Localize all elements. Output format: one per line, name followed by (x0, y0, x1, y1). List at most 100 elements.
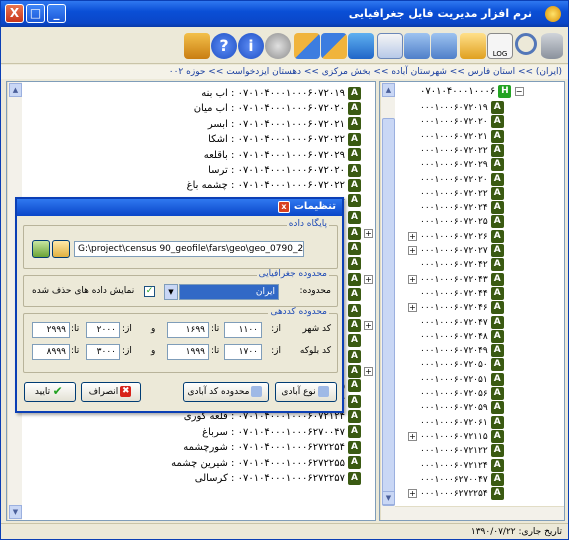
city-to-field-1[interactable]: ۱۶۹۹ (167, 322, 209, 338)
scroll-thumb[interactable] (382, 118, 395, 506)
settlement-code: ۰۰۰۱۰۰۰۶۰۷۲۰۲۰ (420, 117, 488, 128)
chevron-down-icon[interactable]: ▼ (164, 284, 178, 300)
log-icon[interactable]: LOG (487, 33, 513, 59)
settlement-code: ۰۰۰۱۰۰۰۶۰۷۲۰۲۲ (420, 188, 488, 199)
city-to-field-2[interactable]: ۲۹۹۹ (32, 322, 70, 338)
expand-toggle-icon[interactable]: + (408, 303, 417, 313)
right-horizontal-scrollbar[interactable] (395, 506, 564, 520)
confirm-label: تایید (34, 387, 51, 397)
scroll-down-arrow-icon[interactable]: ▼ (382, 491, 395, 505)
refresh-database-button[interactable] (32, 240, 50, 258)
tree-row[interactable]: A۰۷۰۱۰۴۰۰۰۱۰۰۰۶۲۷۲۲۵۷ : کرسالی (195, 471, 361, 487)
separator: : (227, 118, 238, 130)
tree-row[interactable]: A۰۷۰۱۰۴۰۰۰۱۰۰۰۶۲۷۲۲۵۵ : شیرین چشمه (171, 456, 361, 472)
settlement-code-range-icon (251, 386, 263, 397)
search-icon[interactable] (515, 33, 537, 55)
scroll-down-arrow-icon[interactable]: ▼ (9, 505, 22, 519)
window-minimize-button[interactable]: _ (47, 4, 66, 23)
tree-row[interactable]: A۰۷۰۱۰۴۰۰۰۱۰۰۰۶۰۷۲۰۲۹ : باقلعه (204, 148, 361, 164)
database-path-field[interactable]: G:\project\census 90_geofile\fars\geo\ge… (74, 241, 304, 257)
tree-row[interactable]: A۰۰۰۱۰۰۰۶۲۷۲۲۵۴ (420, 486, 504, 502)
settlement-code: ۰۷۰۱۰۴۰۰۰۱۰۰۰۶۰۷۲۰۱۹ (237, 88, 345, 99)
table-icon[interactable] (460, 33, 486, 59)
tree-row[interactable]: A۰۷۰۱۰۴۰۰۰۱۰۰۰۶۰۷۲۰۲۲ : چشمه باغ (187, 178, 361, 194)
settlement-code-range-button[interactable]: محدوده کد آبادی (183, 382, 269, 402)
settlement-code: ۰۰۰۱۰۰۰۶۰۷۲۰۲۹ (420, 160, 488, 171)
range-select[interactable]: ایران (179, 284, 279, 300)
tree-row[interactable]: A۰۷۰۱۰۴۰۰۰۱۰۰۰۶۰۷۲۰۲۲ : اشکا (208, 132, 361, 148)
settlement-code: ۰۷۰۱۰۴۰۰۰۱۰۰۰۶۰۷۲۰۲۹ (237, 149, 345, 161)
settlement-node-icon: A (348, 117, 361, 131)
settlement-node-icon: A (348, 194, 361, 208)
main-window: X □ _ نرم افزار مدیریت فایل جغرافیایی ? … (0, 0, 569, 540)
right-vertical-scrollbar[interactable]: ▲ ▼ (380, 82, 395, 520)
settlement-type-button[interactable]: نوع آبادی (275, 382, 337, 402)
expand-toggle-icon[interactable]: + (408, 274, 417, 284)
tree-row[interactable]: A۰۷۰۱۰۴۰۰۰۱۰۰۰۶۰۷۲۰۲۰ : ترسا (208, 163, 361, 179)
block-to-field-1[interactable]: ۱۹۹۹ (167, 344, 209, 360)
title-bar[interactable]: X □ _ نرم افزار مدیریت فایل جغرافیایی (1, 1, 568, 27)
expand-toggle-icon[interactable]: + (364, 367, 373, 377)
settlement-node-icon: A (490, 229, 504, 243)
export-icon[interactable] (294, 33, 320, 59)
settlement-node-icon: A (490, 286, 504, 300)
settlement-node-icon: A (348, 471, 361, 485)
upload-icon[interactable] (348, 33, 374, 59)
cancel-button[interactable]: ✖انصراف (81, 382, 141, 402)
settlement-code: ۰۰۰۱۰۰۰۶۲۷۲۲۵۴ (420, 489, 488, 500)
database-icon[interactable] (404, 33, 430, 59)
tree-row[interactable]: A۰۷۰۱۰۴۰۰۰۱۰۰۰۶۲۷۲۲۵۴ : شورچشمه (183, 440, 361, 456)
expand-toggle-icon[interactable]: + (364, 321, 373, 330)
settlement-name: کرسالی (194, 473, 228, 484)
expand-toggle-icon[interactable]: + (364, 228, 373, 238)
block-from-label-1: از: (271, 346, 281, 356)
right-tree-panel[interactable]: ▲ ▼ − H ۰۷۰۱۰۴۰۰۰۱۰۰۰۶ A۰۰۰۱۰۰۰۶۰۷۲۰۱۹ A۰… (379, 81, 565, 521)
tree-row[interactable]: A۰۷۰۱۰۴۰۰۰۱۰۰۰۶۲۷۰۰۴۷ : سرباغ (202, 425, 361, 441)
show-deleted-checkbox[interactable]: ✓ (144, 286, 155, 297)
dialog-close-icon[interactable]: x (278, 201, 290, 213)
settings-icon[interactable] (265, 33, 291, 59)
right-tree-root[interactable]: − H ۰۷۰۱۰۴۰۰۰۱۰۰۰۶ (420, 84, 524, 100)
hierarchy-node-icon: H (498, 84, 512, 98)
browse-folder-button[interactable] (52, 240, 70, 258)
scroll-up-arrow-icon[interactable]: ▲ (382, 83, 395, 97)
city-from-field-2[interactable]: ۲۰۰۰ (86, 322, 120, 338)
tree-row[interactable]: A۰۷۰۱۰۴۰۰۰۱۰۰۰۶۰۷۲۰۲۰ : اب میان (194, 101, 361, 117)
settlement-node-icon: A (490, 315, 504, 329)
settlement-node-icon: A (348, 409, 361, 423)
dialog-title-bar[interactable]: تنظیمات x (17, 199, 342, 216)
settlement-node-icon: A (348, 349, 361, 363)
settlement-code: ۰۷۰۱۰۴۰۰۰۱۰۰۰۶۰۷۲۰۲۰ (237, 165, 345, 176)
dialog-title: تنظیمات (293, 201, 336, 212)
window-close-button[interactable]: X (5, 4, 24, 23)
settlement-node-icon: A (490, 201, 504, 215)
collapse-toggle-icon[interactable]: − (514, 86, 524, 96)
settlement-code: ۰۷۰۱۰۴۰۰۰۱۰۰۰۶۰۷۲۰۲۲ (237, 134, 345, 146)
info-icon[interactable]: i (238, 33, 264, 59)
expand-toggle-icon[interactable]: + (408, 231, 417, 241)
expand-toggle-icon[interactable]: + (408, 489, 417, 499)
map-edit-icon[interactable] (377, 33, 403, 59)
block-from-field-2[interactable]: ۳۰۰۰ (86, 344, 120, 360)
database-group: پایگاه داده G:\project\census 90_geofile… (23, 219, 338, 269)
database-connect-icon[interactable] (431, 33, 457, 59)
settlement-name: اشکا (208, 134, 228, 146)
tree-row[interactable]: A۰۷۰۱۰۴۰۰۰۱۰۰۰۶۰۷۲۰۱۹ : اب بنه (201, 86, 361, 102)
import-icon[interactable] (321, 33, 347, 59)
help-icon[interactable]: ? (211, 33, 237, 59)
database-stack-icon[interactable] (541, 33, 563, 59)
tree-row[interactable]: A۰۷۰۱۰۴۰۰۰۱۰۰۰۶۰۷۲۰۲۱ : ابسر (208, 117, 361, 133)
block-from-field-1[interactable]: ۱۷۰۰ (224, 344, 262, 360)
settlement-code: ۰۷۰۱۰۴۰۰۰۱۰۰۰۶۰۷۲۰۲۰ (237, 103, 345, 115)
block-to-field-2[interactable]: ۸۹۹۹ (32, 344, 70, 360)
scroll-up-arrow-icon[interactable]: ▲ (9, 83, 22, 97)
settlement-name: ابسر (207, 118, 228, 130)
expand-toggle-icon[interactable]: + (408, 246, 417, 255)
exit-icon[interactable] (184, 33, 210, 59)
expand-toggle-icon[interactable]: + (408, 431, 417, 441)
expand-toggle-icon[interactable]: + (364, 274, 373, 284)
window-maximize-button[interactable]: □ (26, 4, 45, 23)
confirm-button[interactable]: ✔تایید (24, 382, 76, 402)
settlement-code: ۰۰۰۱۰۰۰۶۰۷۲۰۲۷ (420, 246, 488, 256)
city-from-field-1[interactable]: ۱۱۰۰ (224, 322, 262, 338)
